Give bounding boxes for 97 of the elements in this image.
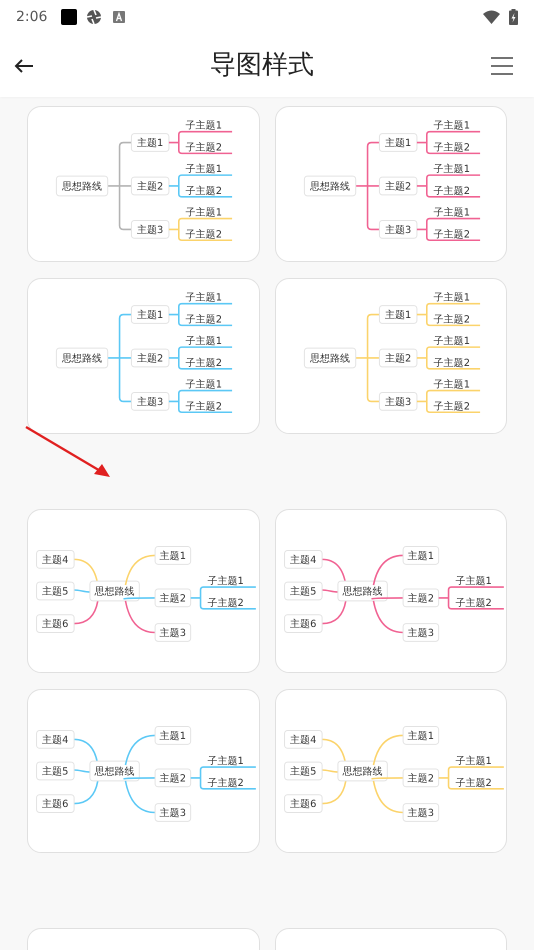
- topic-node: 思想路线: [89, 760, 140, 782]
- topic-node: 主题1: [378, 133, 417, 152]
- topic-node: 主题3: [154, 623, 192, 642]
- style-card[interactable]: 思想路线 主题1 子主题1 子主题2 主题2 子主题1 子主题2 主题3 子主题1 子主题2: [27, 106, 260, 262]
- topic-node: 主题2: [378, 348, 417, 368]
- style-card[interactable]: 主题4 主题5 主题6 思想路线 主题1 主题2 子主题1 子主题2 主题3: [274, 689, 507, 853]
- style-card[interactable]: 思想路线 主题1 子主题1 子主题2 主题2 子主题1 子主题2 主题3 子主题1 子主题2: [274, 106, 507, 262]
- aperture-icon: [86, 9, 102, 25]
- connector-line: [190, 586, 257, 610]
- status-time: 2:06: [16, 8, 48, 26]
- topic-node: 主题4: [284, 730, 322, 749]
- topic-node: 主题6: [284, 614, 322, 633]
- battery-icon: [509, 9, 518, 25]
- subtopic-label: 子主题2: [186, 314, 222, 326]
- page-title: 导图样式: [209, 49, 315, 82]
- topic-node: 思想路线: [89, 580, 140, 602]
- topic-node: 主题1: [402, 546, 439, 565]
- topic-node: 主题4: [284, 550, 322, 569]
- topic-node: 主题3: [402, 803, 439, 822]
- subtopic-label: 子主题2: [454, 598, 492, 609]
- topic-node: 主题2: [378, 176, 417, 196]
- subtopic-label: 子主题2: [207, 778, 244, 789]
- topic-node: 主题4: [36, 550, 75, 569]
- topic-node: 主题3: [378, 392, 417, 411]
- topic-node: 主题3: [402, 623, 439, 642]
- style-card[interactable]: 思想路线 主题1 子主题1 子主题2 主题2 子主题1 子主题2 主题3 子主题1 子主题2: [27, 278, 260, 434]
- topic-node: 主题1: [154, 726, 192, 745]
- subtopic-label: 子主题1: [433, 380, 470, 391]
- subtopic-label: 子主题1: [207, 756, 244, 768]
- subtopic-label: 子主题1: [433, 336, 470, 348]
- subtopic-label: 子主题1: [454, 756, 492, 768]
- topic-node: 主题3: [130, 392, 170, 411]
- topic-node: 主题1: [130, 133, 170, 152]
- style-card[interactable]: 主题4 主题5 主题6 思想路线 主题1 主题2 子主题1 子主题2 主题3: [274, 509, 507, 673]
- connector-line: [437, 586, 504, 610]
- subtopic-label: 子主题1: [454, 576, 492, 588]
- subtopic-label: 子主题1: [207, 576, 244, 588]
- subtopic-label: 子主题1: [433, 292, 470, 304]
- subtopic-label: 子主题2: [186, 229, 222, 240]
- subtopic-label: 子主题2: [433, 358, 470, 369]
- topic-node: 主题1: [402, 726, 439, 745]
- subtopic-label: 子主题2: [186, 142, 222, 154]
- subtopic-label: 子主题1: [433, 120, 470, 132]
- topic-node: 主题1: [130, 305, 170, 324]
- subtopic-label: 子主题2: [186, 401, 222, 412]
- topic-node: 主题2: [402, 588, 439, 608]
- subtopic-label: 子主题2: [186, 186, 222, 197]
- subtopic-label: 子主题2: [186, 358, 222, 369]
- wifi-icon: [483, 10, 500, 24]
- subtopic-label: 子主题1: [433, 208, 470, 219]
- topic-node: 主题2: [130, 348, 170, 368]
- topic-node: 主题4: [36, 730, 75, 749]
- subtopic-label: 子主题2: [433, 314, 470, 326]
- subtopic-label: 子主题1: [433, 164, 470, 176]
- topic-node: 主题5: [284, 762, 322, 780]
- subtopic-label: 子主题1: [186, 208, 222, 219]
- subtopic-label: 子主题1: [186, 380, 222, 391]
- subtopic-label: 子主题1: [186, 292, 222, 304]
- topic-node: 思想路线: [336, 760, 388, 782]
- topic-node: 主题5: [284, 582, 322, 600]
- subtopic-label: 子主题2: [433, 186, 470, 197]
- topic-node: 主题1: [378, 305, 417, 324]
- subtopic-label: 子主题2: [433, 401, 470, 412]
- topic-node: 思想路线: [303, 348, 356, 368]
- topic-node: 主题2: [154, 768, 192, 788]
- notification-icon: [61, 9, 78, 25]
- topic-node: 思想路线: [56, 348, 108, 368]
- style-card[interactable]: 主题4 主题5 主题6 思想路线 主题1 主题2 子主题1 子主题2 主题3: [27, 689, 260, 853]
- topic-node: 主题1: [154, 546, 192, 565]
- topic-node: 主题2: [154, 588, 192, 608]
- topic-node: 主题3: [378, 220, 417, 239]
- topic-node: 主题3: [130, 220, 170, 239]
- subtopic-label: 子主题2: [454, 778, 492, 789]
- style-card[interactable]: 思想路线 主题1 子主题1 子主题2 主题2 子主题1 子主题2 主题3 子主题1 子主题2: [274, 278, 507, 434]
- keyboard-icon: [113, 11, 126, 23]
- style-card[interactable]: 主题4 主题5 主题6 思想路线 主题1 主题2 子主题1 子主题2 主题3: [27, 509, 260, 673]
- connector-line: [190, 766, 257, 790]
- subtopic-label: 子主题2: [433, 142, 470, 154]
- connector-line: [437, 766, 504, 790]
- topic-node: 主题6: [36, 794, 75, 813]
- topic-node: 主题6: [36, 614, 75, 633]
- subtopic-label: 子主题2: [433, 229, 470, 240]
- topic-node: 思想路线: [336, 580, 388, 602]
- topic-node: 思想路线: [303, 176, 356, 196]
- topic-node: 主题2: [130, 176, 170, 196]
- topic-node: 主题2: [402, 768, 439, 788]
- back-arrow-icon: [14, 58, 34, 74]
- subtopic-label: 子主题1: [186, 336, 222, 348]
- subtopic-label: 子主题1: [186, 164, 222, 176]
- topic-node: 主题6: [284, 794, 322, 813]
- topic-node: 主题5: [36, 762, 75, 780]
- subtopic-label: 子主题2: [207, 598, 244, 609]
- menu-icon: [491, 56, 513, 76]
- topic-node: 主题3: [154, 803, 192, 822]
- topic-node: 主题5: [36, 582, 75, 600]
- subtopic-label: 子主题1: [186, 120, 222, 132]
- topic-node: 思想路线: [56, 176, 108, 196]
